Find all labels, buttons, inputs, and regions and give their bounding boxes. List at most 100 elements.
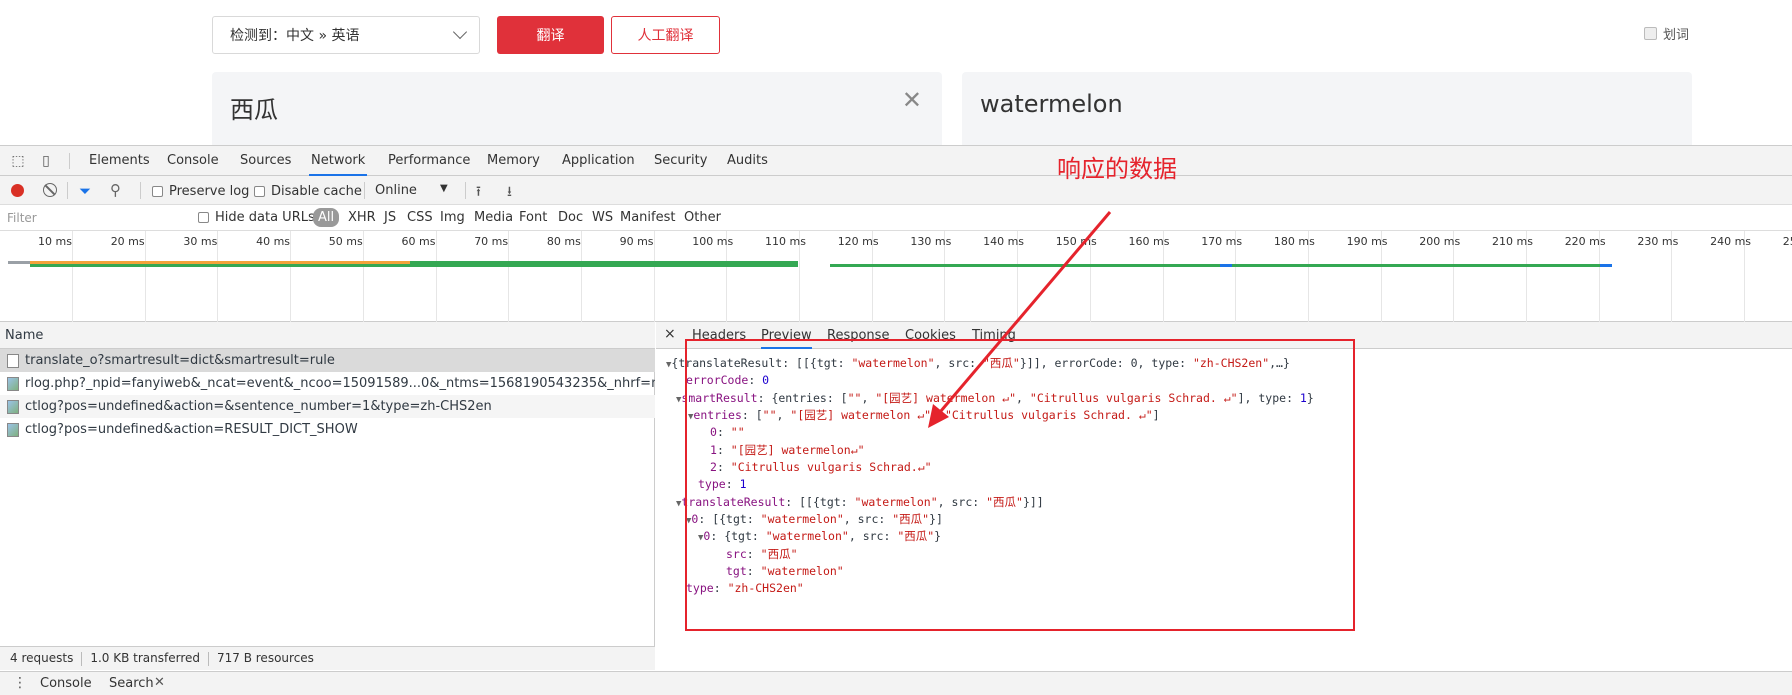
toolbar-divider [465, 182, 466, 199]
timeline-gridline [435, 231, 437, 322]
filter-type-all[interactable]: All [313, 208, 340, 227]
filter-type-media[interactable]: Media [474, 210, 513, 225]
timeline-tick-label: 230 ms [1637, 235, 1679, 248]
translate-button[interactable]: 翻译 [497, 16, 604, 54]
tab-elements[interactable]: Elements [87, 146, 152, 176]
tab-network[interactable]: Network [309, 146, 368, 176]
filter-type-xhr[interactable]: XHR [348, 210, 376, 225]
human-translate-button[interactable]: 人工翻译 [611, 16, 720, 54]
result-text: watermelon [980, 90, 1123, 118]
drawer-tab-search[interactable]: Search [109, 676, 154, 691]
timeline-tick-label: 30 ms [183, 235, 218, 248]
requests-name-header[interactable]: Name [0, 322, 655, 349]
close-detail-icon[interactable]: × [664, 326, 676, 342]
request-row[interactable]: rlog.php?_npid=fanyiweb&_ncat=event&_nco… [0, 372, 655, 395]
timeline-request-bar [30, 264, 798, 267]
devtools-tabbar: ⬚ ▯ Elements Console Sources Network Per… [0, 146, 1792, 176]
timeline-request-bar [1600, 264, 1612, 267]
language-select-label: 检测到：中文 » 英语 [230, 28, 360, 44]
filter-type-font[interactable]: Font [519, 210, 547, 225]
request-name: translate_o?smartresult=dict&smartresult… [25, 353, 335, 368]
filter-type-other[interactable]: Other [684, 210, 721, 225]
timeline-tick-label: 160 ms [1128, 235, 1170, 248]
timeline-tick-label: 80 ms [546, 235, 581, 248]
timeline-tick-label: 110 ms [765, 235, 806, 248]
clear-icon[interactable] [43, 183, 57, 197]
toolbar-divider [140, 182, 141, 199]
drawer-tab-console[interactable]: Console [40, 676, 92, 691]
request-name: ctlog?pos=undefined&action=RESULT_DICT_S… [25, 422, 358, 437]
tab-security[interactable]: Security [652, 146, 709, 176]
inspect-element-icon[interactable]: ⬚ [10, 153, 26, 169]
language-select[interactable]: 检测到：中文 » 英语 [212, 16, 480, 54]
filter-type-css[interactable]: CSS [407, 210, 433, 225]
hide-data-urls-label: Hide data URLs [215, 210, 315, 225]
timeline-tick-label: 240 ms [1710, 235, 1752, 248]
checkbox-box[interactable] [198, 212, 209, 223]
preserve-log-checkbox[interactable]: Preserve log [152, 184, 249, 199]
filter-icon[interactable]: ⏷ [79, 182, 91, 200]
checkbox-box[interactable] [152, 186, 163, 197]
timeline-tick-label: 200 ms [1419, 235, 1461, 248]
tab-audits[interactable]: Audits [725, 146, 770, 176]
timeline-tick-label: 40 ms [256, 235, 291, 248]
timeline-gridline [580, 231, 582, 322]
timeline-tick-label: 140 ms [983, 235, 1025, 248]
throttling-dropdown-icon[interactable]: ▼ [440, 183, 448, 194]
throttling-select[interactable]: Online [375, 183, 417, 198]
timeline-gridline [508, 231, 510, 322]
annotation-box [685, 339, 1355, 631]
tab-performance[interactable]: Performance [386, 146, 472, 176]
request-count: 4 requests [10, 651, 74, 665]
tab-sources[interactable]: Sources [238, 146, 293, 176]
clear-source-icon[interactable]: ✕ [902, 86, 922, 114]
close-search-icon[interactable]: ✕ [154, 675, 165, 690]
request-row[interactable]: ctlog?pos=undefined&action=&sentence_num… [0, 395, 655, 418]
result-box: watermelon [962, 72, 1692, 152]
timeline-gridline [217, 231, 219, 322]
network-filterbar: Filter Hide data URLs All XHR JS CSS Img… [0, 205, 1792, 231]
request-row[interactable]: translate_o?smartresult=dict&smartresult… [0, 349, 655, 372]
export-har-icon[interactable]: ⭳ [507, 181, 512, 205]
timeline-tick-label: 130 ms [910, 235, 952, 248]
timeline-tick-label: 20 ms [110, 235, 145, 248]
source-text[interactable]: 西瓜 [230, 90, 278, 125]
network-overview-timeline[interactable]: 10 ms 20 ms 30 ms 40 ms 50 ms 60 ms 70 ms 80 ms… [0, 231, 1792, 322]
tab-console[interactable]: Console [165, 146, 221, 176]
image-icon [7, 423, 19, 437]
tab-application[interactable]: Application [560, 146, 637, 176]
disable-cache-label: Disable cache [271, 184, 362, 199]
drawer-menu-icon[interactable]: ⋮ [13, 675, 27, 691]
filter-input[interactable]: Filter [3, 208, 183, 228]
filter-type-ws[interactable]: WS [592, 210, 613, 225]
device-toolbar-icon[interactable]: ▯ [38, 153, 54, 169]
transferred-size: 1.0 KB transferred [90, 651, 200, 665]
timeline-tick-label: 70 ms [474, 235, 509, 248]
filter-type-doc[interactable]: Doc [558, 210, 583, 225]
annotation-label: 响应的数据 [1057, 155, 1177, 183]
huaci-checkbox[interactable] [1644, 27, 1657, 40]
hide-data-urls-checkbox[interactable]: Hide data URLs [198, 210, 315, 225]
timeline-tick-label: 120 ms [837, 235, 879, 248]
toolbar-divider [67, 182, 68, 199]
checkbox-box[interactable] [254, 186, 265, 197]
timeline-request-bar [8, 261, 30, 264]
translate-page: 检测到：中文 » 英语 翻译 人工翻译 划词 西瓜 ✕ watermelon [0, 0, 1792, 152]
request-row[interactable]: ctlog?pos=undefined&action=RESULT_DICT_S… [0, 418, 655, 441]
filter-type-img[interactable]: Img [440, 210, 465, 225]
request-list-pane: Name translate_o?smartresult=dict&smartr… [0, 322, 655, 670]
source-input-box[interactable]: 西瓜 ✕ [212, 72, 942, 152]
filter-type-manifest[interactable]: Manifest [620, 210, 675, 225]
status-divider [81, 651, 83, 666]
request-name: ctlog?pos=undefined&action=&sentence_num… [25, 399, 492, 414]
record-icon[interactable] [11, 184, 24, 197]
filter-type-js[interactable]: JS [384, 210, 396, 225]
search-icon[interactable]: ⚲ [110, 181, 121, 199]
disable-cache-checkbox[interactable]: Disable cache [254, 184, 362, 199]
huaci-toggle[interactable]: 划词 [1644, 24, 1689, 43]
tab-memory[interactable]: Memory [485, 146, 542, 176]
image-icon [7, 400, 19, 414]
timeline-tick-label: 100 ms [692, 235, 734, 248]
console-drawer: ⋮ Console Search ✕ [0, 671, 1792, 695]
import-har-icon[interactable]: ⭱ [476, 181, 481, 205]
